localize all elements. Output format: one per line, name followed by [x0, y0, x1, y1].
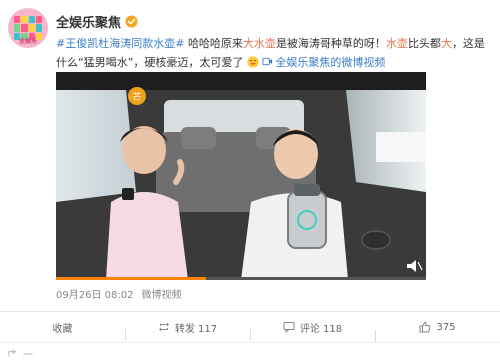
comment-label: 评论 118	[299, 323, 343, 335]
repost-icon	[158, 322, 169, 332]
collect-button[interactable]: 收藏	[0, 320, 125, 335]
hashtag-link[interactable]: #王俊凯杜海涛同款水壶#	[56, 37, 184, 50]
like-button[interactable]: 375	[375, 321, 500, 342]
video-player[interactable]: 芒	[56, 72, 426, 280]
thumbs-up-icon	[419, 321, 431, 333]
post-text-part: 是被海涛哥种草的呀！	[275, 37, 386, 50]
post-meta: 09月26日 08:02 微博视频	[56, 286, 181, 301]
like-count: 375	[436, 321, 456, 333]
video-frame: 芒	[56, 72, 426, 280]
repost-label: 转发 117	[174, 323, 218, 335]
action-bar: 收藏 转发 117 评论 118 375	[0, 312, 500, 342]
comment-icon	[283, 322, 295, 333]
post-header: 全娱乐聚焦	[56, 12, 138, 31]
highlight-text: 大水壶	[242, 37, 276, 50]
post-text-part: 比头都	[407, 37, 441, 50]
post-time[interactable]: 09月26日 08:02	[56, 286, 133, 301]
post-source[interactable]: 微博视频	[141, 286, 181, 301]
video-link-icon	[262, 57, 273, 66]
video-link-text: 全娱乐聚焦的微博视频	[275, 56, 386, 69]
laughing-emoji-icon	[247, 56, 259, 68]
post-text: #王俊凯杜海涛同款水壶# 哈哈哈原来大水壶是被海涛哥种草的呀！水壶比头都大，这是…	[56, 34, 486, 72]
username[interactable]: 全娱乐聚焦	[56, 12, 121, 31]
svg-text:芒: 芒	[132, 91, 141, 103]
verified-icon	[125, 14, 138, 28]
video-link[interactable]: 全娱乐聚焦的微博视频	[262, 56, 385, 69]
comment-hint: 一	[8, 346, 33, 360]
avatar-label: 全娱乐	[18, 38, 37, 45]
comment-hint-text: 一	[23, 350, 33, 360]
repost-button[interactable]: 转发 117	[125, 320, 250, 341]
post-text-part: 哈哈哈原来	[187, 37, 243, 50]
divider	[0, 342, 500, 343]
highlight-text: 水壶	[385, 37, 408, 50]
share-icon	[8, 349, 17, 357]
avatar[interactable]: 全娱乐	[8, 8, 48, 48]
highlight-text: 大	[440, 37, 452, 50]
collect-label: 收藏	[52, 323, 73, 335]
comment-button[interactable]: 评论 118	[250, 320, 375, 341]
